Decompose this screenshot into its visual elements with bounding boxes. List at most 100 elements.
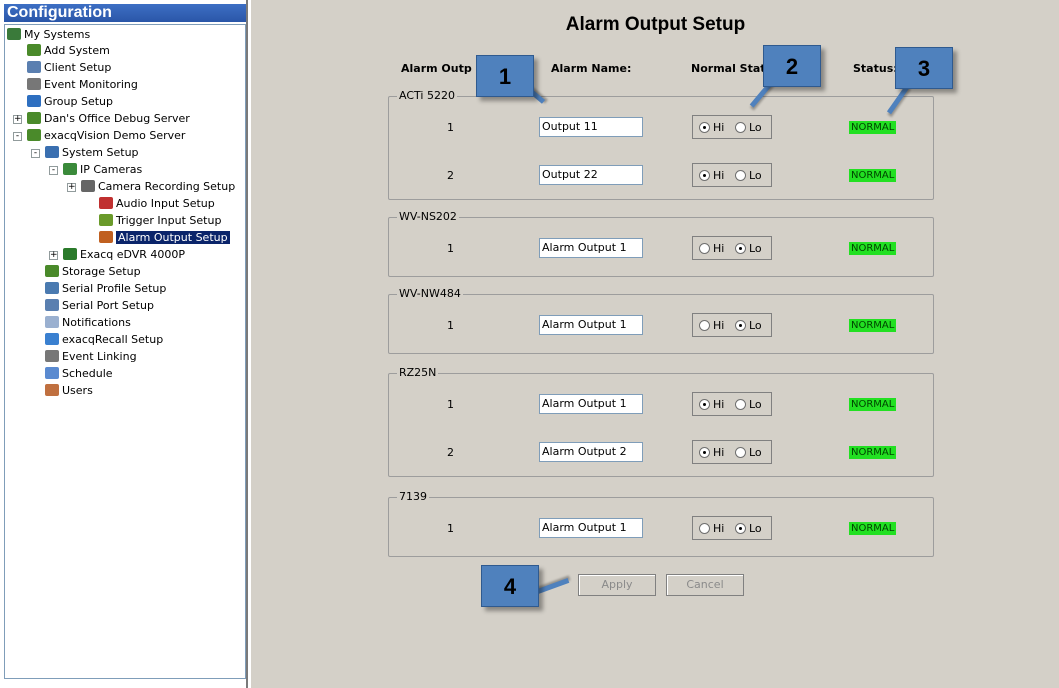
status-badge: NORMAL bbox=[849, 242, 897, 255]
tree-item[interactable]: Trigger Input Setup bbox=[99, 213, 221, 229]
tree-item-label: exacqRecall Setup bbox=[62, 333, 164, 346]
tree-item[interactable]: Event Monitoring bbox=[27, 77, 138, 93]
hi-radio[interactable]: Hi bbox=[699, 319, 724, 332]
chain-link-icon bbox=[45, 350, 59, 362]
tree-item[interactable]: Users bbox=[45, 383, 93, 399]
lo-radio[interactable]: Lo bbox=[735, 169, 762, 182]
tree-item[interactable]: Exacq eDVR 4000P bbox=[63, 247, 185, 263]
callout-1: 1 bbox=[476, 55, 534, 97]
alarm-name-input[interactable]: Output 22 bbox=[539, 165, 643, 185]
alarm-name-input[interactable]: Alarm Output 1 bbox=[539, 238, 643, 258]
tree-item-label: Alarm Output Setup bbox=[116, 231, 230, 244]
collapse-icon[interactable]: - bbox=[31, 149, 40, 158]
tree-item[interactable]: Add System bbox=[27, 43, 110, 59]
output-number: 2 bbox=[447, 446, 454, 459]
lo-radio[interactable]: Lo bbox=[735, 522, 762, 535]
tree-item-label: Serial Port Setup bbox=[62, 299, 154, 312]
lo-radio[interactable]: Lo bbox=[735, 319, 762, 332]
tree-item[interactable]: Storage Setup bbox=[45, 264, 141, 280]
tree-item[interactable]: My Systems bbox=[7, 27, 90, 43]
device-group: 7139 1 Alarm Output 1 Hi Lo NORMAL bbox=[388, 490, 934, 557]
alarm-output-row: 1 Alarm Output 1 Hi Lo NORMAL bbox=[389, 392, 933, 418]
alarm-name-input[interactable]: Alarm Output 1 bbox=[539, 394, 643, 414]
hi-radio[interactable]: Hi bbox=[699, 522, 724, 535]
status-badge: NORMAL bbox=[849, 398, 897, 411]
tree-item[interactable]: Group Setup bbox=[27, 94, 113, 110]
hi-radio[interactable]: Hi bbox=[699, 398, 724, 411]
device-group-label: WV-NW484 bbox=[397, 287, 463, 300]
tree-item[interactable]: Dan's Office Debug Server bbox=[27, 111, 190, 127]
tree-item[interactable]: System Setup bbox=[45, 145, 139, 161]
dvr-icon bbox=[63, 248, 77, 260]
header-alarm-name: Alarm Name: bbox=[551, 62, 632, 75]
device-group-label: RZ25N bbox=[397, 366, 439, 379]
radio-icon bbox=[735, 447, 746, 458]
tree-item-label: IP Cameras bbox=[80, 163, 143, 176]
device-group: WV-NW484 1 Alarm Output 1 Hi Lo NORMAL bbox=[388, 287, 934, 354]
lo-radio[interactable]: Lo bbox=[735, 398, 762, 411]
expand-icon[interactable]: + bbox=[49, 251, 58, 260]
radio-icon bbox=[699, 243, 710, 254]
chain-link-icon bbox=[27, 78, 41, 90]
tree-item[interactable]: Client Setup bbox=[27, 60, 111, 76]
tree-item[interactable]: Alarm Output Setup bbox=[99, 230, 230, 246]
device-group: ACTi 5220 1 Output 11 Hi Lo NORMAL 2 Output 22 H… bbox=[388, 89, 934, 200]
radio-icon bbox=[735, 320, 746, 331]
tree-item-label: Trigger Input Setup bbox=[116, 214, 222, 227]
expand-icon[interactable]: + bbox=[67, 183, 76, 192]
tree-item[interactable]: Camera Recording Setup bbox=[81, 179, 235, 195]
tree-item[interactable]: Notifications bbox=[45, 315, 131, 331]
callout-arrow-4 bbox=[535, 578, 570, 595]
alarm-name-input[interactable]: Alarm Output 2 bbox=[539, 442, 643, 462]
lo-label: Lo bbox=[749, 169, 762, 182]
lo-radio[interactable]: Lo bbox=[735, 121, 762, 134]
device-group: RZ25N 1 Alarm Output 1 Hi Lo NORMAL 2 Alarm Out… bbox=[388, 366, 934, 477]
hi-radio[interactable]: Hi bbox=[699, 121, 724, 134]
collapse-icon[interactable]: - bbox=[13, 132, 22, 141]
radio-icon bbox=[735, 122, 746, 133]
tree-item[interactable]: exacqVision Demo Server bbox=[27, 128, 185, 144]
apply-button[interactable]: Apply bbox=[578, 574, 656, 596]
tree-item-label: Notifications bbox=[62, 316, 131, 329]
tree-item[interactable]: Event Linking bbox=[45, 349, 137, 365]
hi-label: Hi bbox=[713, 169, 725, 182]
tree-item-label: Storage Setup bbox=[62, 265, 141, 278]
radio-icon bbox=[735, 243, 746, 254]
alarm-name-input[interactable]: Output 11 bbox=[539, 117, 643, 137]
hi-radio[interactable]: Hi bbox=[699, 169, 724, 182]
callout-2: 2 bbox=[763, 45, 821, 87]
hi-label: Hi bbox=[713, 242, 725, 255]
cancel-button[interactable]: Cancel bbox=[666, 574, 744, 596]
tree-item[interactable]: Audio Input Setup bbox=[99, 196, 215, 212]
tree-item-label: Serial Profile Setup bbox=[62, 282, 167, 295]
radio-icon bbox=[735, 399, 746, 410]
camera-icon bbox=[81, 180, 95, 192]
tree-item[interactable]: exacqRecall Setup bbox=[45, 332, 163, 348]
tree-item[interactable]: Serial Port Setup bbox=[45, 298, 154, 314]
lo-radio[interactable]: Lo bbox=[735, 242, 762, 255]
alarm-name-input[interactable]: Alarm Output 1 bbox=[539, 518, 643, 538]
lo-radio[interactable]: Lo bbox=[735, 446, 762, 459]
normal-state-selector: Hi Lo bbox=[692, 236, 772, 260]
storage-icon bbox=[45, 265, 59, 277]
header-normal-state: Normal State bbox=[691, 62, 773, 75]
page-title: Alarm Output Setup bbox=[565, 14, 746, 35]
tree-item-label: Event Linking bbox=[62, 350, 137, 363]
expand-icon[interactable]: + bbox=[13, 115, 22, 124]
tree-item[interactable]: Serial Profile Setup bbox=[45, 281, 166, 297]
hi-radio[interactable]: Hi bbox=[699, 446, 724, 459]
tree-item[interactable]: Schedule bbox=[45, 366, 113, 382]
ip-camera-icon bbox=[63, 163, 77, 175]
config-tree[interactable]: My Systems Add System Client Setup Event Mo… bbox=[4, 24, 246, 679]
collapse-icon[interactable]: - bbox=[49, 166, 58, 175]
tree-item[interactable]: IP Cameras bbox=[63, 162, 142, 178]
hi-radio[interactable]: Hi bbox=[699, 242, 724, 255]
tree-item-label: Dan's Office Debug Server bbox=[44, 112, 190, 125]
device-group: WV-NS202 1 Alarm Output 1 Hi Lo NORMAL bbox=[388, 210, 934, 277]
alarm-name-input[interactable]: Alarm Output 1 bbox=[539, 315, 643, 335]
lo-label: Lo bbox=[749, 446, 762, 459]
group-icon bbox=[27, 95, 41, 107]
add-system-icon bbox=[27, 44, 41, 56]
server-icon bbox=[27, 112, 41, 124]
callout-4: 4 bbox=[481, 565, 539, 607]
